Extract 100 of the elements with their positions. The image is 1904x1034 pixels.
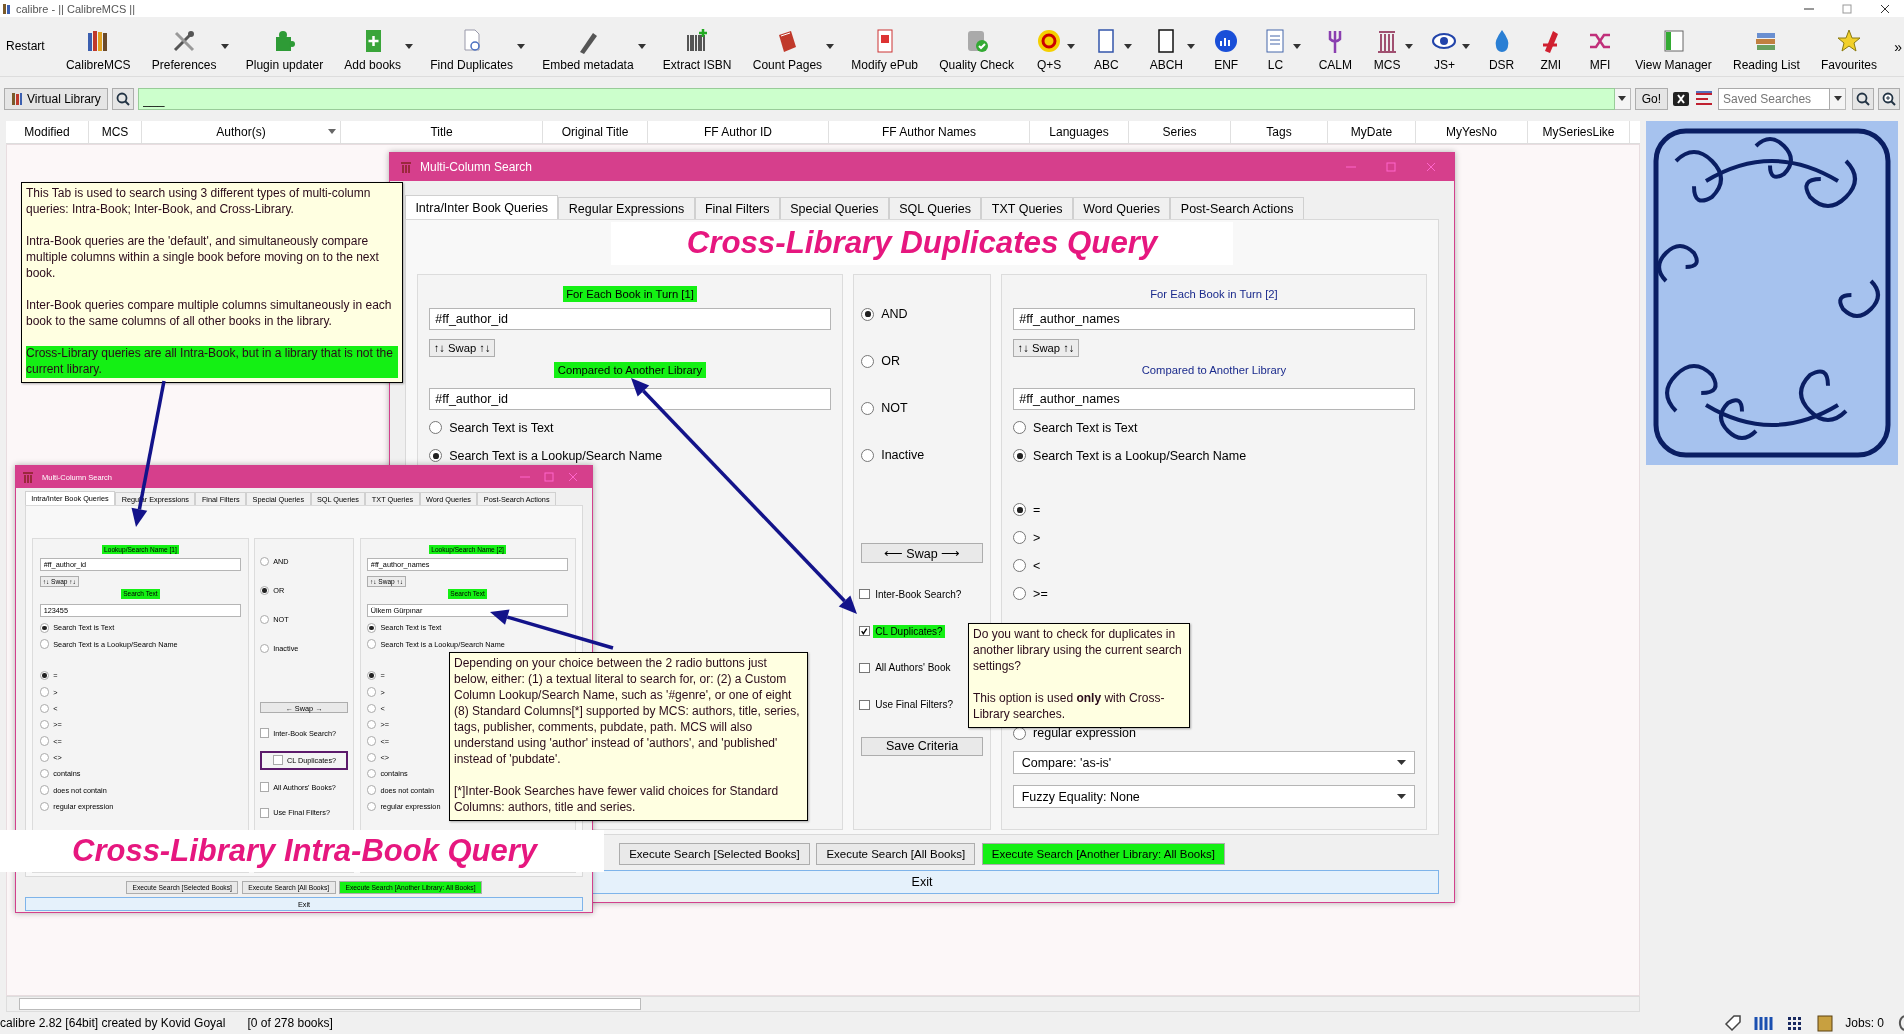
caret-icon[interactable] [1397,793,1407,800]
text-field[interactable]: #ff_author_names [1013,387,1415,410]
zoom-button[interactable] [1878,88,1900,110]
toolbar-button[interactable]: ZMI [1532,17,1569,76]
radio-button[interactable] [861,448,875,462]
dropdown-arrow-icon[interactable] [1833,96,1842,102]
dropdown-arrow-icon[interactable] [220,43,229,50]
column-header[interactable]: FF Author ID [648,121,829,143]
dropdown[interactable]: Compare: 'as-is' [1013,751,1415,775]
toolbar-button[interactable]: View Manager [1631,17,1716,76]
radio-button[interactable] [861,307,875,321]
search-button[interactable] [111,88,134,110]
go-button[interactable]: Go! [1634,88,1668,110]
book-icon[interactable] [1815,1014,1836,1032]
toolbar-button[interactable]: Modify ePub [847,17,923,76]
text-field[interactable]: #ff_author_names [1013,308,1415,331]
dropdown[interactable]: Fuzzy Equality: None [1013,785,1415,809]
toolbar-button[interactable]: ABCH [1145,17,1187,76]
radio-button[interactable] [39,768,50,779]
column-header[interactable]: MySeriesLike [1528,121,1630,143]
radio-button[interactable] [1013,503,1027,517]
column-header[interactable]: MyYesNo [1416,121,1528,143]
toolbar-button[interactable]: CalibreMCS [61,17,135,76]
radio-button[interactable] [39,801,50,812]
checkbox[interactable] [859,589,870,600]
swap-button[interactable]: ⟵ Swap ⟶ [861,543,983,563]
dropdown-arrow-icon[interactable] [1067,43,1076,50]
text-field[interactable]: #ff_author_id [429,308,831,331]
radio-button[interactable] [1013,587,1027,601]
radio-button[interactable] [39,623,50,633]
toolbar-button[interactable]: Extract ISBN [658,17,736,76]
columns-icon[interactable] [1753,1014,1776,1032]
dropdown-arrow-icon[interactable] [1124,43,1133,50]
column-header[interactable]: Original Title [543,121,648,143]
checkbox[interactable] [273,755,283,765]
radio-button[interactable] [366,639,377,649]
toolbar-button[interactable]: LC [1257,17,1294,76]
tab[interactable]: Intra/Inter Book Queries [405,194,559,220]
dropdown-arrow-icon[interactable] [1186,43,1195,50]
dropdown-arrow-icon[interactable] [1462,43,1471,50]
tab[interactable]: Post-Search Actions [1170,197,1304,220]
toolbar-button[interactable]: CALM [1314,17,1356,76]
toolbar-button[interactable]: Favourites [1816,17,1881,76]
radio-button[interactable] [366,752,377,763]
toolbar-button[interactable]: Find Duplicates [426,17,517,76]
radio-button[interactable] [366,670,377,681]
radio-button[interactable] [39,703,50,714]
radio-button[interactable] [861,401,875,415]
tab[interactable]: Word Queries [1072,197,1171,220]
column-header[interactable]: Series [1129,121,1231,143]
column-header[interactable]: Modified [6,121,89,143]
radio-button[interactable] [39,719,50,730]
radio-button[interactable] [861,354,875,368]
toolbar-button[interactable]: Plugin updater [241,17,328,76]
radio-button[interactable] [366,623,377,633]
radio-button[interactable] [39,785,50,795]
toolbar-button[interactable]: DSR [1483,17,1520,76]
dropdown-arrow-icon[interactable] [405,43,414,50]
toolbar-button[interactable]: ABC [1088,17,1125,76]
tag-icon[interactable] [1723,1014,1744,1032]
dropdown-arrow-icon[interactable] [637,43,646,50]
swap-button[interactable]: ↑↓ Swap ↑↓ [429,339,495,358]
tab[interactable]: TXT Queries [981,197,1073,220]
checkbox[interactable] [259,808,270,818]
search-button[interactable] [1852,88,1874,110]
tab[interactable]: SQL Queries [888,197,982,220]
radio-button[interactable] [39,752,50,763]
checkbox[interactable] [859,625,870,637]
toolbar-button[interactable]: Add books [340,17,406,76]
search-field[interactable]: ___ [137,88,1615,110]
radio-button[interactable] [366,768,377,779]
checkbox[interactable] [259,782,270,792]
column-header[interactable]: Tags [1231,121,1328,143]
toolbar-button[interactable]: Quality Check [935,17,1018,76]
radio-button[interactable] [1013,531,1027,545]
tab[interactable]: Special Queries [779,197,889,220]
swap-button[interactable]: ↑↓ Swap ↑↓ [1013,339,1079,358]
caret-icon[interactable] [1397,759,1407,766]
column-header[interactable]: Languages [1030,121,1129,143]
virtual-library-button[interactable]: Virtual Library [4,88,108,110]
execute-button[interactable]: Execute Search [All Books] [816,843,976,866]
execute-button[interactable]: Execute Search [Selected Books] [618,843,810,866]
radio-button[interactable] [259,643,270,654]
toolbar-button[interactable]: Q+S [1031,17,1068,76]
toolbar-button[interactable]: Restart [2,17,49,76]
column-header[interactable]: Title [341,121,543,143]
radio-button[interactable] [366,687,377,697]
tab[interactable]: Regular Expressions [558,197,695,220]
column-header[interactable]: Author(s) [142,121,341,143]
radio-button[interactable] [1013,449,1027,463]
radio-button[interactable] [39,687,50,697]
radio-button[interactable] [366,736,377,746]
toolbar-button[interactable]: MCS [1369,17,1406,76]
execute-button[interactable]: Execute Search [Another Library: All Books] [981,843,1226,866]
saved-searches-field[interactable]: Saved Searches [1718,88,1830,110]
radio-button[interactable] [259,585,270,596]
toolbar-button[interactable]: Reading List [1729,17,1804,76]
dropdown-arrow-icon[interactable] [1293,43,1302,50]
radio-button[interactable] [1013,421,1027,435]
toolbar-button[interactable]: Count Pages [748,17,827,76]
